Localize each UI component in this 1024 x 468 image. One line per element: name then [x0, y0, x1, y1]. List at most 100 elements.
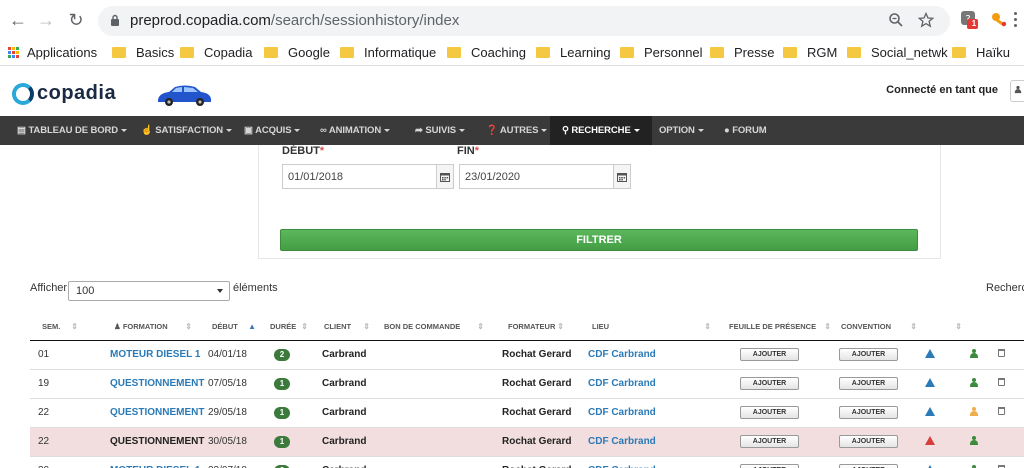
menu-animation[interactable]: ∞ ANIMATION: [320, 116, 391, 145]
sort-icon: ⇕: [704, 322, 711, 331]
back-arrow-icon[interactable]: ←: [8, 10, 28, 31]
person-icon[interactable]: [970, 435, 978, 445]
warning-icon[interactable]: [925, 464, 935, 468]
trash-icon[interactable]: [998, 378, 1005, 386]
cell-delete: [996, 456, 1024, 468]
bookmark-learning[interactable]: Learning: [536, 45, 611, 60]
warning-icon[interactable]: [925, 348, 935, 358]
bookmark-social-netwk[interactable]: Social_netwk: [847, 45, 948, 60]
fin-date-input[interactable]: 23/01/2020: [459, 164, 614, 189]
sort-icon: ⇕: [824, 322, 831, 331]
formation-link[interactable]: MOTEUR DIESEL 1: [110, 349, 200, 360]
person-icon[interactable]: [970, 406, 978, 416]
bookmark-informatique[interactable]: Informatique: [340, 45, 436, 60]
lieu-link[interactable]: CDF Carbrand: [588, 436, 656, 447]
person-icon[interactable]: [970, 348, 978, 358]
warning-icon[interactable]: [925, 377, 935, 387]
bookmark-copadia[interactable]: Copadia: [180, 45, 252, 60]
sort-icon: ⇕: [557, 322, 564, 331]
person-icon[interactable]: [970, 377, 978, 387]
column-duree[interactable]: DURÉE ⇕: [262, 314, 314, 341]
search-icon: ⚲: [562, 125, 569, 136]
extension-badge: 1: [971, 19, 977, 28]
menu-option[interactable]: OPTION: [659, 116, 704, 145]
menu-tableau-de-bord[interactable]: ▤ TABLEAU DE BORD: [17, 116, 128, 145]
ajouter-presence-button[interactable]: AJOUTER: [740, 377, 799, 390]
bookmark-haiku[interactable]: Haïku: [952, 45, 1010, 60]
ajouter-presence-button[interactable]: AJOUTER: [740, 435, 799, 448]
logo-mark-icon: [12, 82, 34, 105]
bookmark-google[interactable]: Google: [264, 45, 330, 60]
column-client[interactable]: CLIENT ⇕: [314, 314, 376, 341]
address-bar[interactable]: preprod.copadia.com/search/sessionhistor…: [98, 6, 950, 36]
ajouter-convention-button[interactable]: AJOUTER: [839, 464, 898, 468]
bookmark-basics[interactable]: Basics: [112, 45, 174, 60]
formation-link[interactable]: QUESTIONNEMENT: [110, 407, 204, 418]
column-feuille-de-presence[interactable]: FEUILLE DE PRÉSENCE ⇕: [717, 314, 837, 341]
reload-icon[interactable]: ↻: [66, 10, 86, 31]
column-lieu[interactable]: LIEU ⇕: [570, 314, 717, 341]
star-icon[interactable]: [918, 12, 934, 28]
cell-formation[interactable]: QUESTIONNEMENT: [84, 398, 204, 428]
debut-date-input[interactable]: 01/01/2018: [282, 164, 437, 189]
menu-acquis[interactable]: ▣ ACQUIS: [244, 116, 301, 145]
column-formateur[interactable]: FORMATEUR ⇕: [490, 314, 570, 341]
cell-lieu[interactable]: CDF Carbrand: [570, 427, 717, 457]
ajouter-presence-button[interactable]: AJOUTER: [740, 348, 799, 361]
trash-icon[interactable]: [998, 407, 1005, 415]
forward-arrow-icon[interactable]: →: [36, 10, 56, 31]
lieu-link[interactable]: CDF Carbrand: [588, 378, 656, 389]
lieu-link[interactable]: CDF Carbrand: [588, 349, 656, 360]
sort-icon: ⇕: [71, 322, 78, 331]
cell-lieu[interactable]: CDF Carbrand: [570, 340, 717, 370]
calendar-icon[interactable]: [437, 164, 454, 189]
menu-autres[interactable]: ❓ AUTRES: [486, 116, 548, 145]
menu-forum[interactable]: ● FORUM: [724, 116, 767, 145]
cell-alert: [923, 398, 968, 428]
cell-formation[interactable]: QUESTIONNEMENT: [84, 369, 204, 399]
bookmark-coaching[interactable]: Coaching: [447, 45, 526, 60]
formation-link[interactable]: QUESTIONNEMENT: [110, 378, 204, 389]
page-size-select[interactable]: 100: [68, 281, 230, 301]
ajouter-convention-button[interactable]: AJOUTER: [839, 377, 898, 390]
copadia-logo[interactable]: copadia: [12, 82, 116, 105]
calendar-icon[interactable]: [614, 164, 631, 189]
extension-help-icon[interactable]: ? 1: [960, 10, 980, 30]
menu-satisfaction[interactable]: ☝ SATISFACTION: [141, 116, 233, 145]
cell-lieu[interactable]: CDF Carbrand: [570, 369, 717, 399]
ajouter-presence-button[interactable]: AJOUTER: [740, 464, 799, 468]
cell-formation[interactable]: MOTEUR DIESEL 1: [84, 340, 200, 370]
column-alert[interactable]: ⇕: [923, 314, 968, 341]
cell-lieu[interactable]: CDF Carbrand: [570, 456, 717, 468]
column-sem[interactable]: SEM. ⇕: [30, 314, 84, 341]
ajouter-presence-button[interactable]: AJOUTER: [740, 406, 799, 419]
key-extension-icon[interactable]: [990, 10, 1010, 30]
cell-formation[interactable]: QUESTIONNEMENT: [84, 427, 204, 457]
cell-lieu[interactable]: CDF Carbrand: [570, 398, 717, 428]
cell-alert: [923, 340, 968, 370]
column-convention[interactable]: CONVENTION ⇕: [837, 314, 923, 341]
ajouter-convention-button[interactable]: AJOUTER: [839, 406, 898, 419]
ajouter-convention-button[interactable]: AJOUTER: [839, 348, 898, 361]
bookmark-applications[interactable]: Applications: [8, 45, 97, 60]
column-bon-de-commande[interactable]: BON DE COMMANDE ⇕: [376, 314, 490, 341]
column-debut[interactable]: DÉBUT ▲: [198, 314, 262, 341]
ajouter-convention-button[interactable]: AJOUTER: [839, 435, 898, 448]
formation-link[interactable]: QUESTIONNEMENT: [110, 436, 204, 447]
bookmark-presse[interactable]: Presse: [710, 45, 774, 60]
zoom-icon[interactable]: [888, 12, 904, 28]
menu-recherche[interactable]: ⚲ RECHERCHE: [550, 116, 652, 145]
bookmark-rgm[interactable]: RGM: [783, 45, 837, 60]
person-icon[interactable]: [970, 464, 978, 468]
user-menu-button[interactable]: [1010, 80, 1024, 102]
menu-suivis[interactable]: ➦ SUIVIS: [415, 116, 465, 145]
warning-icon[interactable]: [925, 406, 935, 416]
lieu-link[interactable]: CDF Carbrand: [588, 407, 656, 418]
menu-dots-icon[interactable]: [1014, 12, 1017, 28]
warning-icon[interactable]: [925, 435, 935, 445]
bookmark-personnel[interactable]: Personnel: [620, 45, 703, 60]
column-formation[interactable]: ♟ FORMATION ⇕: [84, 314, 198, 341]
cell-formation[interactable]: MOTEUR DIESEL 1: [84, 456, 200, 468]
filtrer-button[interactable]: FILTRER: [280, 229, 918, 251]
trash-icon[interactable]: [998, 349, 1005, 357]
